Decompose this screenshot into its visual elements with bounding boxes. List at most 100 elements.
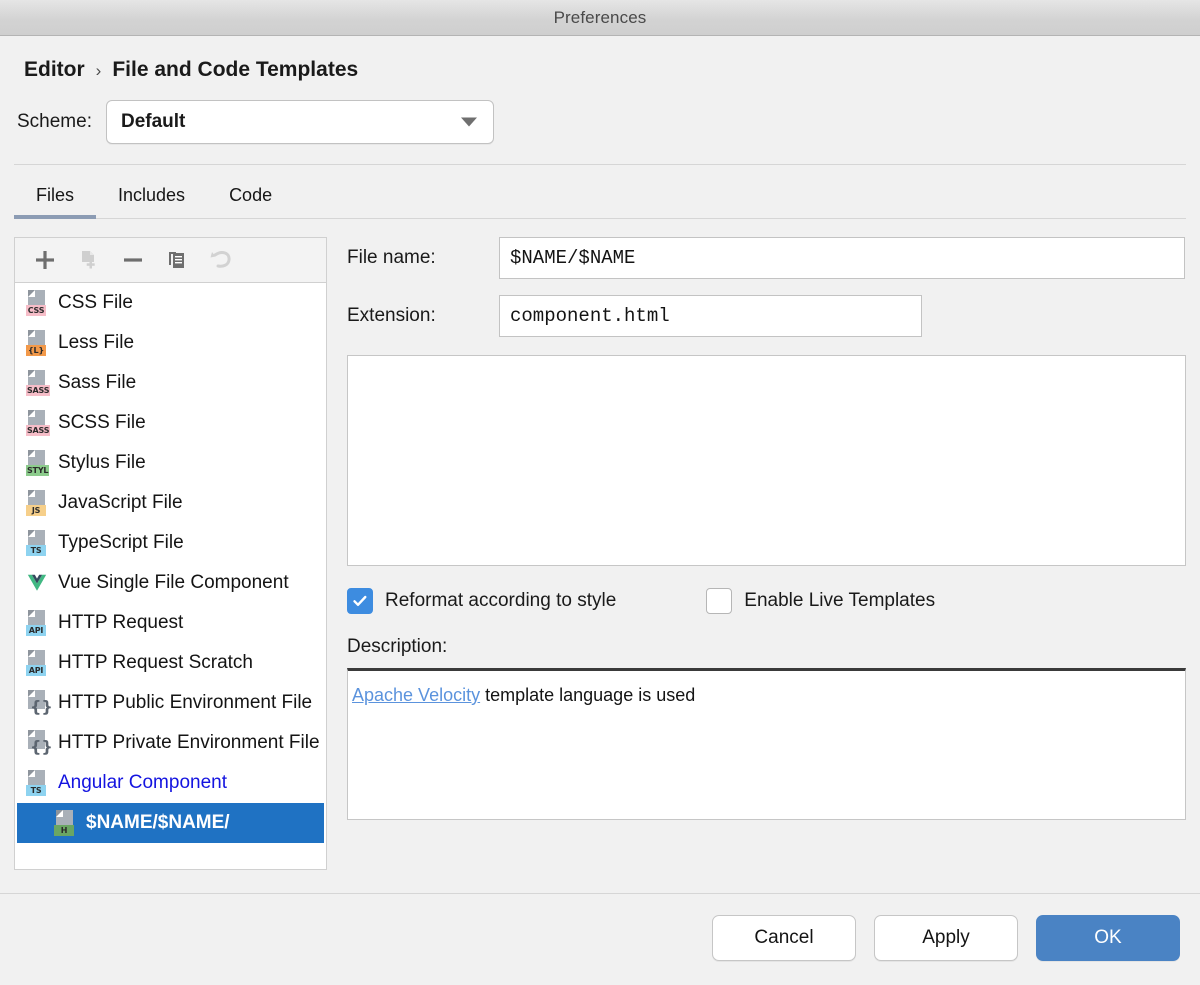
list-item-label: CSS File — [58, 292, 133, 313]
list-item-label: $NAME/$NAME/ — [86, 812, 230, 833]
tab-files-label: Files — [36, 185, 75, 205]
list-item[interactable]: {L} Less File — [15, 323, 326, 363]
list-item-label: HTTP Request — [58, 612, 184, 633]
http-private-env-icon: {} — [26, 730, 53, 756]
typescript-file-icon: TS — [26, 530, 48, 556]
tab-code[interactable]: Code — [207, 175, 294, 218]
http-scratch-icon: API — [26, 650, 48, 676]
list-item[interactable]: API HTTP Request Scratch — [15, 643, 326, 683]
window-title: Preferences — [553, 7, 647, 27]
list-item[interactable]: JS JavaScript File — [15, 483, 326, 523]
template-detail-panel: File name: $NAME/$NAME Extension: compon… — [347, 237, 1186, 870]
file-name-row: File name: $NAME/$NAME — [347, 237, 1186, 279]
list-item[interactable]: SASS SCSS File — [15, 403, 326, 443]
angular-component-icon: TS — [26, 770, 48, 796]
list-item-label: HTTP Public Environment File — [58, 692, 313, 713]
sass-file-icon: SASS — [26, 370, 51, 396]
breadcrumb-separator-icon: › — [95, 61, 102, 80]
list-item-label: HTTP Private Environment File — [58, 732, 320, 753]
vue-file-icon — [27, 574, 47, 591]
description-label: Description: — [347, 636, 448, 657]
tab-includes[interactable]: Includes — [96, 175, 207, 218]
tab-files[interactable]: Files — [14, 175, 97, 219]
reformat-label: Reformat according to style — [385, 590, 617, 611]
list-item[interactable]: H $NAME/$NAME/ — [17, 803, 324, 843]
http-public-env-icon: {} — [26, 690, 53, 716]
list-item-label: JavaScript File — [58, 492, 183, 513]
list-item[interactable]: API HTTP Request — [15, 603, 326, 643]
list-toolbar — [14, 237, 327, 282]
live-templates-checkbox[interactable] — [706, 588, 733, 614]
live-templates-label: Enable Live Templates — [744, 590, 936, 611]
template-body-editor[interactable] — [347, 355, 1186, 566]
chevron-down-icon — [460, 117, 477, 127]
list-item-label: TypeScript File — [58, 532, 184, 553]
cancel-button[interactable]: Cancel — [712, 915, 856, 961]
templates-panel: CSS CSS File {L} Less File SASS Sass File SASS… — [14, 237, 327, 870]
list-item[interactable]: TS TypeScript File — [15, 523, 326, 563]
list-item[interactable]: TS Angular Component — [15, 763, 326, 803]
apply-button[interactable]: Apply — [874, 915, 1018, 961]
scheme-selected-value: Default — [120, 111, 186, 132]
scheme-label: Scheme: — [17, 111, 92, 132]
tab-code-label: Code — [229, 185, 273, 205]
plus-icon — [36, 251, 54, 269]
list-item-label: SCSS File — [58, 412, 146, 433]
stylus-file-icon: STYL — [26, 450, 50, 476]
tab-includes-label: Includes — [118, 185, 186, 205]
scss-file-icon: SASS — [26, 410, 51, 436]
list-item[interactable]: SASS Sass File — [15, 363, 326, 403]
dialog-footer: Cancel Apply OK — [0, 894, 1200, 961]
tab-bar: Files Includes Code — [0, 175, 1200, 219]
breadcrumb-root[interactable]: Editor — [24, 58, 85, 82]
list-item-label: Sass File — [58, 372, 137, 393]
list-item-label: Less File — [58, 332, 135, 353]
scheme-row: Scheme: Default — [0, 82, 1200, 144]
reformat-checkbox[interactable] — [347, 588, 373, 614]
breadcrumb-current: File and Code Templates — [112, 58, 359, 81]
list-item[interactable]: Vue Single File Component — [15, 563, 326, 603]
file-name-label: File name: — [347, 247, 436, 268]
ok-button[interactable]: OK — [1036, 915, 1180, 961]
breadcrumb: Editor › File and Code Templates — [0, 36, 1200, 82]
description-rest: template language is used — [480, 685, 696, 705]
add-child-template-button[interactable] — [71, 244, 107, 276]
list-item-label: Angular Component — [58, 772, 227, 793]
minus-icon — [124, 258, 142, 262]
add-button[interactable] — [27, 244, 63, 276]
window-titlebar: Preferences — [0, 0, 1200, 36]
copy-icon — [169, 252, 184, 268]
apache-velocity-link[interactable]: Apache Velocity — [352, 685, 480, 705]
less-file-icon: {L} — [26, 330, 48, 356]
description-box[interactable]: Apache Velocity template language is use… — [347, 668, 1186, 820]
extension-label: Extension: — [347, 305, 436, 326]
javascript-file-icon: JS — [26, 490, 48, 516]
list-item[interactable]: {} HTTP Public Environment File — [15, 683, 326, 723]
copy-button[interactable] — [159, 244, 195, 276]
file-name-input[interactable]: $NAME/$NAME — [499, 237, 1185, 279]
list-item-label: HTTP Request Scratch — [58, 652, 254, 673]
css-file-icon: CSS — [26, 290, 48, 316]
html-file-icon: H — [54, 810, 76, 836]
description-text: Apache Velocity template language is use… — [352, 685, 695, 705]
main-content: CSS CSS File {L} Less File SASS Sass File SASS… — [0, 219, 1200, 870]
extension-value: component.html — [510, 305, 670, 327]
list-item-label: Stylus File — [58, 452, 146, 473]
undo-arrow-icon — [210, 251, 231, 268]
list-item[interactable]: CSS CSS File — [15, 283, 326, 323]
templates-list[interactable]: CSS CSS File {L} Less File SASS Sass File SASS… — [14, 282, 327, 870]
reset-button[interactable] — [203, 244, 239, 276]
checkmark-icon — [353, 595, 367, 606]
options-row: Reformat according to style Enable Live … — [347, 588, 1186, 614]
remove-button[interactable] — [115, 244, 151, 276]
http-request-icon: API — [26, 610, 48, 636]
file-name-value: $NAME/$NAME — [510, 247, 636, 269]
extension-input[interactable]: component.html — [499, 295, 922, 337]
list-item[interactable]: STYL Stylus File — [15, 443, 326, 483]
add-file-icon — [82, 251, 95, 269]
list-item-label: Vue Single File Component — [58, 572, 289, 593]
list-item[interactable]: {} HTTP Private Environment File — [15, 723, 326, 763]
header-divider — [14, 164, 1186, 165]
extension-row: Extension: component.html — [347, 295, 1186, 337]
scheme-dropdown[interactable]: Default — [105, 100, 494, 144]
